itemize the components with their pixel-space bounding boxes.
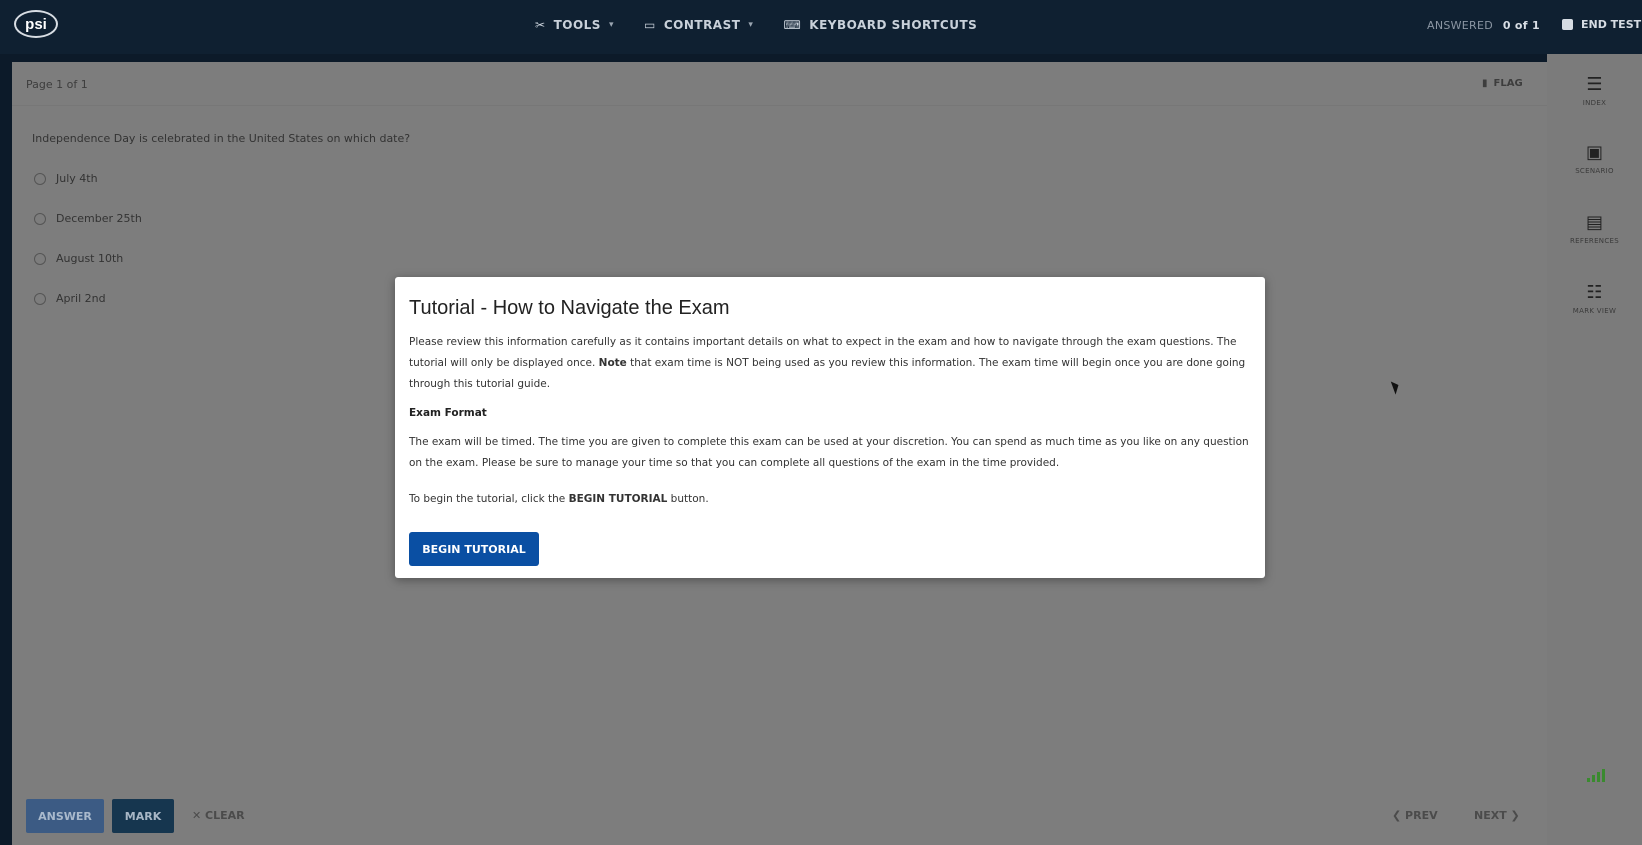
scenario-icon: ▣: [1585, 142, 1603, 163]
begin-text-b: button.: [667, 493, 709, 505]
list-icon: ☷: [1586, 282, 1603, 303]
answered-label: ANSWERED: [1427, 19, 1494, 32]
begin-tutorial-button[interactable]: BEGIN TUTORIAL: [409, 532, 539, 566]
question-footer: ANSWER MARK ✕ CLEAR ❮ PREV NEXT ❯: [12, 792, 1547, 845]
mark-view-button[interactable]: ☷ MARK VIEW: [1547, 282, 1642, 315]
end-test-label: END TEST: [1581, 18, 1642, 31]
next-button[interactable]: NEXT ❯: [1474, 809, 1520, 822]
contrast-menu[interactable]: ▭ CONTRAST ▾: [644, 18, 753, 32]
scenario-button[interactable]: ▣ SCENARIO: [1547, 142, 1642, 175]
option-label: July 4th: [56, 172, 98, 185]
clear-button[interactable]: ✕ CLEAR: [192, 809, 245, 822]
menu-icon: ☰: [1586, 74, 1603, 95]
radio-button[interactable]: [34, 212, 46, 225]
begin-text-a: To begin the tutorial, click the: [409, 493, 569, 505]
page-info: Page 1 of 1: [26, 78, 88, 91]
book-icon: ▤: [1585, 212, 1603, 233]
top-bar: psi ✂ TOOLS ▾ ▭ CONTRAST ▾ ⌨ KEYBOARD SH…: [0, 0, 1642, 54]
tutorial-dialog: Tutorial - How to Navigate the Exam Plea…: [395, 277, 1265, 578]
keyboard-shortcuts-label: KEYBOARD SHORTCUTS: [809, 18, 978, 32]
tools-icon: ✂: [535, 18, 546, 32]
option-label: April 2nd: [56, 292, 106, 305]
stop-icon: [1562, 19, 1573, 30]
answer-button[interactable]: ANSWER: [26, 799, 104, 833]
scenario-label: SCENARIO: [1575, 167, 1614, 175]
dialog-title: Tutorial - How to Navigate the Exam: [409, 297, 730, 319]
option-label: August 10th: [56, 252, 124, 265]
references-button[interactable]: ▤ REFERENCES: [1547, 212, 1642, 245]
radio-button[interactable]: [34, 252, 46, 265]
index-label: INDEX: [1582, 99, 1607, 107]
question-text: Independence Day is celebrated in the Un…: [32, 132, 411, 145]
exam-format-heading: Exam Format: [409, 407, 487, 419]
chevron-down-icon: ▾: [608, 20, 614, 30]
answer-option[interactable]: April 2nd: [34, 292, 106, 305]
tools-menu[interactable]: ✂ TOOLS ▾: [535, 18, 614, 32]
mark-button[interactable]: MARK: [112, 799, 174, 833]
index-button[interactable]: ☰ INDEX: [1547, 74, 1642, 107]
answered-value: 0 of 1: [1502, 19, 1540, 32]
begin-bold: BEGIN TUTORIAL: [568, 493, 668, 505]
intro-note: Note: [598, 357, 627, 369]
connection-signal-icon: [1587, 769, 1605, 782]
answer-option[interactable]: July 4th: [34, 172, 98, 185]
psi-logo: psi: [14, 10, 58, 38]
begin-instruction: To begin the tutorial, click the BEGIN T…: [409, 489, 1254, 510]
chevron-down-icon: ▾: [748, 20, 754, 30]
question-header: Page 1 of 1 ▮ FLAG: [12, 62, 1547, 106]
contrast-label: CONTRAST: [663, 18, 741, 32]
option-label: December 25th: [56, 212, 142, 225]
exam-format-text: The exam will be timed. The time you are…: [409, 436, 1249, 469]
answered-counter: ANSWERED 0 of 1: [1427, 19, 1540, 32]
bookmark-icon: ▮: [1482, 78, 1488, 89]
answer-option[interactable]: August 10th: [34, 252, 123, 265]
tools-label: TOOLS: [553, 18, 601, 32]
radio-button[interactable]: [34, 172, 46, 185]
top-menu: ✂ TOOLS ▾ ▭ CONTRAST ▾ ⌨ KEYBOARD SHORTC…: [535, 18, 977, 32]
monitor-icon: ▭: [643, 18, 656, 32]
answer-option[interactable]: December 25th: [34, 212, 142, 225]
keyboard-shortcuts-button[interactable]: ⌨ KEYBOARD SHORTCUTS: [783, 18, 977, 32]
keyboard-icon: ⌨: [783, 18, 802, 32]
references-label: REFERENCES: [1569, 237, 1619, 245]
flag-button[interactable]: ▮ FLAG: [1482, 78, 1523, 89]
end-test-button[interactable]: END TEST: [1562, 18, 1641, 31]
mark-view-label: MARK VIEW: [1572, 307, 1617, 315]
right-sidebar: ☰ INDEX ▣ SCENARIO ▤ REFERENCES ☷ MARK V…: [1547, 54, 1642, 845]
radio-button[interactable]: [34, 292, 46, 305]
flag-label: FLAG: [1493, 78, 1523, 89]
prev-button[interactable]: ❮ PREV: [1392, 809, 1438, 822]
dialog-intro: Please review this information carefully…: [409, 332, 1254, 395]
